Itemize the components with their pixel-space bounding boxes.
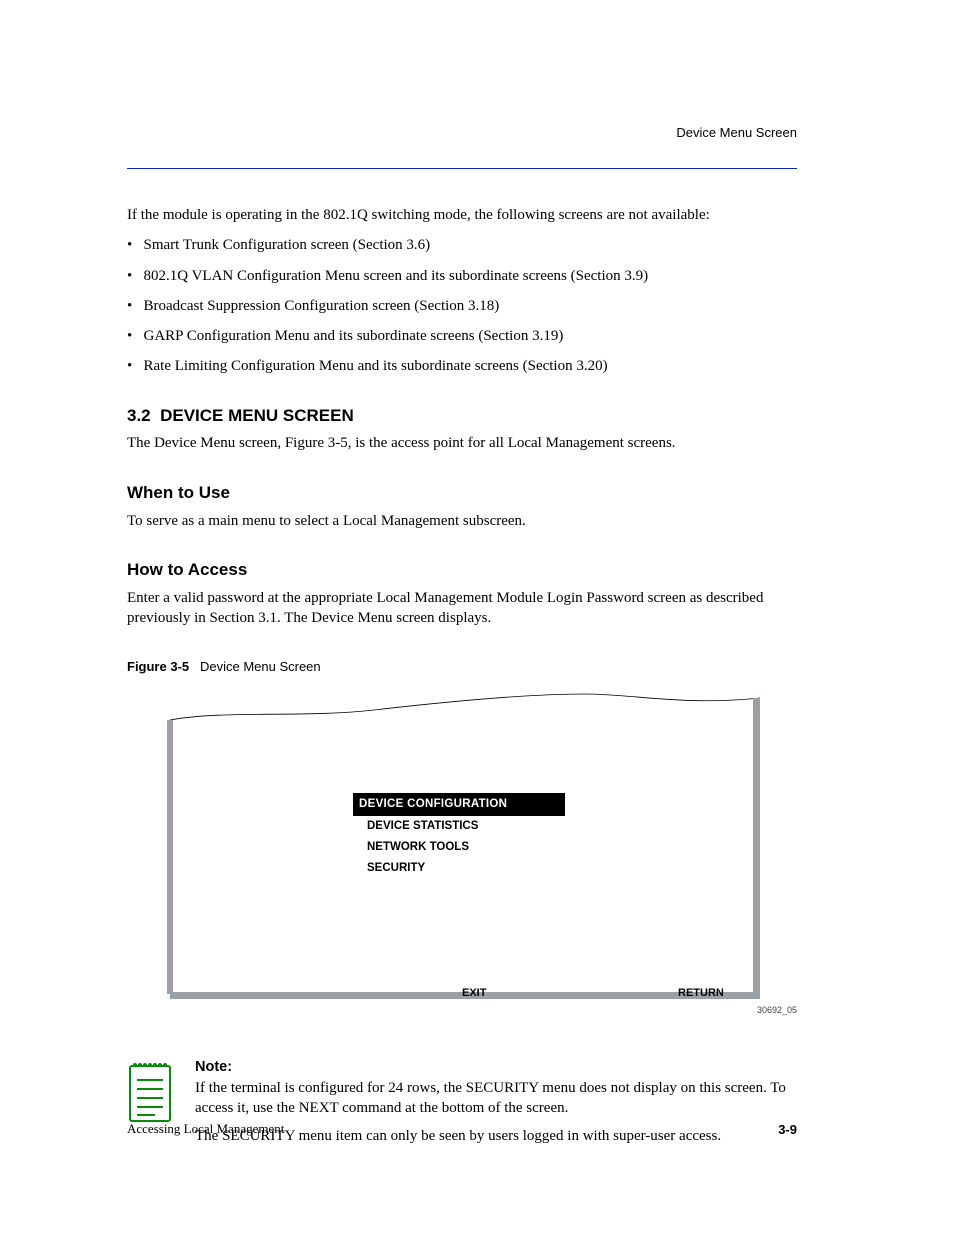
section-heading: 3.2 DEVICE MENU SCREEN: [127, 405, 797, 428]
subtext-how: Enter a valid password at the appropriat…: [127, 588, 797, 629]
intro-bullet: • 802.1Q VLAN Configuration Menu screen …: [127, 266, 797, 286]
figure-block: DEVICE CONFIGURATION DEVICE STATISTICS N…: [127, 688, 797, 1010]
footer-page-number: 3-9: [778, 1122, 797, 1137]
note-item: If the terminal is configured for 24 row…: [195, 1079, 797, 1119]
menu-item-selected[interactable]: DEVICE CONFIGURATION: [353, 793, 565, 816]
bullet: •: [127, 268, 132, 284]
section-intro: The Device Menu screen, Figure 3-5, is t…: [127, 433, 797, 453]
note-text: Note: If the terminal is configured for …: [195, 1058, 797, 1147]
return-button[interactable]: RETURN: [678, 986, 724, 1001]
running-header: Device Menu Screen: [676, 125, 797, 140]
intro-bullet: • Rate Limiting Configuration Menu and i…: [127, 356, 797, 376]
bullet: •: [127, 358, 132, 374]
intro-bullet: • Broadcast Suppression Configuration sc…: [127, 296, 797, 316]
note-label: Note:: [195, 1058, 797, 1078]
subtext-when: To serve as a main menu to select a Loca…: [127, 511, 797, 531]
subhead-how: How to Access: [127, 559, 797, 582]
subhead-when: When to Use: [127, 482, 797, 505]
menu-item[interactable]: NETWORK TOOLS: [359, 837, 559, 858]
menu-item[interactable]: SECURITY: [359, 858, 559, 879]
intro-bullet: • Smart Trunk Configuration screen (Sect…: [127, 235, 797, 255]
terminal-overlay: DEVICE CONFIGURATION DEVICE STATISTICS N…: [164, 688, 760, 1010]
intro-bullet: • GARP Configuration Menu and its subord…: [127, 326, 797, 346]
terminal-screen: DEVICE CONFIGURATION DEVICE STATISTICS N…: [164, 688, 760, 1010]
bullet: •: [127, 298, 132, 314]
bullet: •: [127, 237, 132, 253]
exit-button[interactable]: EXIT: [462, 986, 486, 1001]
menu-item[interactable]: DEVICE STATISTICS: [359, 816, 559, 837]
body-content: If the module is operating in the 802.1Q…: [127, 205, 797, 1147]
intro-line: If the module is operating in the 802.1Q…: [127, 205, 797, 225]
figure-caption: Figure 3-5 Device Menu Screen: [127, 658, 797, 676]
notepad-icon: [127, 1058, 173, 1124]
horizontal-rule: [127, 168, 797, 169]
device-menu: DEVICE CONFIGURATION DEVICE STATISTICS N…: [359, 793, 559, 879]
bullet: •: [127, 328, 132, 344]
page: Device Menu Screen If the module is oper…: [0, 0, 954, 1235]
footer-left: Accessing Local Management: [127, 1121, 284, 1137]
figure-id: 30692_05: [757, 1004, 797, 1016]
note-item: The SECURITY menu item can only be seen …: [195, 1127, 797, 1147]
